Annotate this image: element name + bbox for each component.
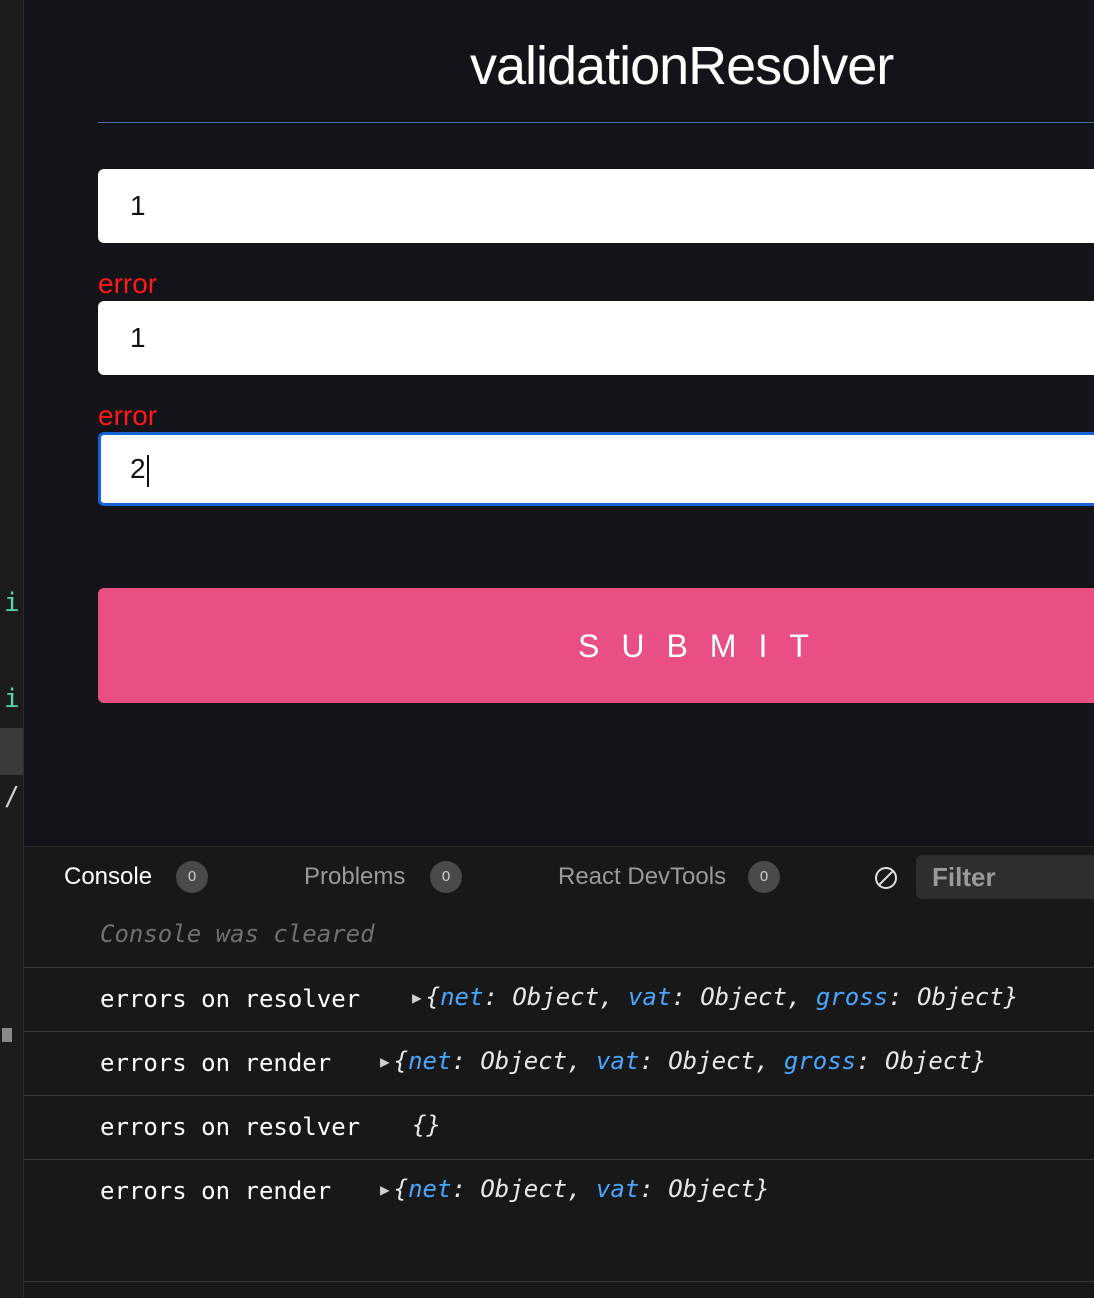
net-error-message: error: [98, 268, 158, 299]
console-log-row: errors on resolver ▶ {net: Object, vat: O…: [24, 967, 1094, 1031]
problems-count-badge: 0: [430, 861, 462, 893]
log-object-preview[interactable]: ▶ {net: Object, vat: Object, gross: Objec…: [380, 1044, 986, 1079]
clear-console-icon[interactable]: [874, 866, 898, 890]
net-input-value: 1: [130, 190, 146, 221]
log-message: errors on resolver: [100, 985, 361, 1013]
log-object-preview[interactable]: ▶ {net: Object, vat: Object, gross: Objec…: [412, 980, 1018, 1015]
console-count-badge: 0: [176, 861, 208, 893]
tab-problems-label: Problems: [304, 863, 406, 890]
vat-input-value: 1: [130, 322, 146, 353]
gutter-glyph: /: [4, 782, 20, 812]
gutter-highlight: [0, 728, 23, 775]
console-log-row: errors on render ▶ {net: Object, vat: Obj…: [24, 1031, 1094, 1095]
vat-input[interactable]: 1: [98, 301, 1094, 375]
console-cleared-message: Console was cleared: [100, 920, 375, 948]
react-devtools-count-badge: 0: [748, 861, 780, 893]
tab-console[interactable]: Console: [64, 861, 152, 893]
console-divider: [24, 1281, 1094, 1282]
console-log-row: errors on resolver {}: [24, 1095, 1094, 1159]
log-object-preview[interactable]: ▶ {net: Object, vat: Object}: [380, 1172, 769, 1207]
devtools-tabbar: Console 0 Problems 0 React DevTools 0: [24, 847, 1094, 907]
log-message: errors on render: [100, 1049, 332, 1077]
title-divider: [98, 122, 1094, 123]
expand-triangle-icon: ▶: [380, 1052, 390, 1071]
submit-button[interactable]: SUBMIT: [98, 588, 1094, 703]
vat-error-message: error: [98, 400, 158, 431]
log-message: errors on render: [100, 1177, 332, 1205]
text-caret: [146, 454, 149, 487]
tab-react-devtools[interactable]: React DevTools: [558, 861, 726, 893]
page-title: validationResolver: [470, 36, 894, 96]
submit-label: SUBMIT: [578, 628, 831, 664]
tab-problems[interactable]: Problems: [304, 861, 405, 893]
gross-input[interactable]: 2: [98, 432, 1094, 506]
net-input[interactable]: 1: [98, 169, 1094, 243]
gutter-marker: [2, 1028, 12, 1042]
filter-input[interactable]: [916, 855, 1094, 899]
devtools-panel: Console 0 Problems 0 React DevTools 0 Co…: [24, 846, 1094, 1298]
tab-console-label: Console: [64, 863, 153, 890]
gross-input-value: 2: [130, 453, 146, 484]
editor-gutter: i i /: [0, 0, 24, 1298]
expand-triangle-icon: ▶: [412, 988, 422, 1007]
log-object-preview: {}: [412, 1111, 441, 1139]
app-preview: validationResolver 1 error 1 error 2 SUB…: [24, 0, 1094, 846]
gutter-glyph: i: [4, 588, 20, 618]
console-log-row: errors on render ▶ {net: Object, vat: Obj…: [24, 1159, 1094, 1223]
gutter-glyph: i: [4, 684, 20, 714]
expand-triangle-icon: ▶: [380, 1180, 390, 1199]
tab-react-devtools-label: React DevTools: [558, 863, 727, 890]
log-message: errors on resolver: [100, 1113, 361, 1141]
